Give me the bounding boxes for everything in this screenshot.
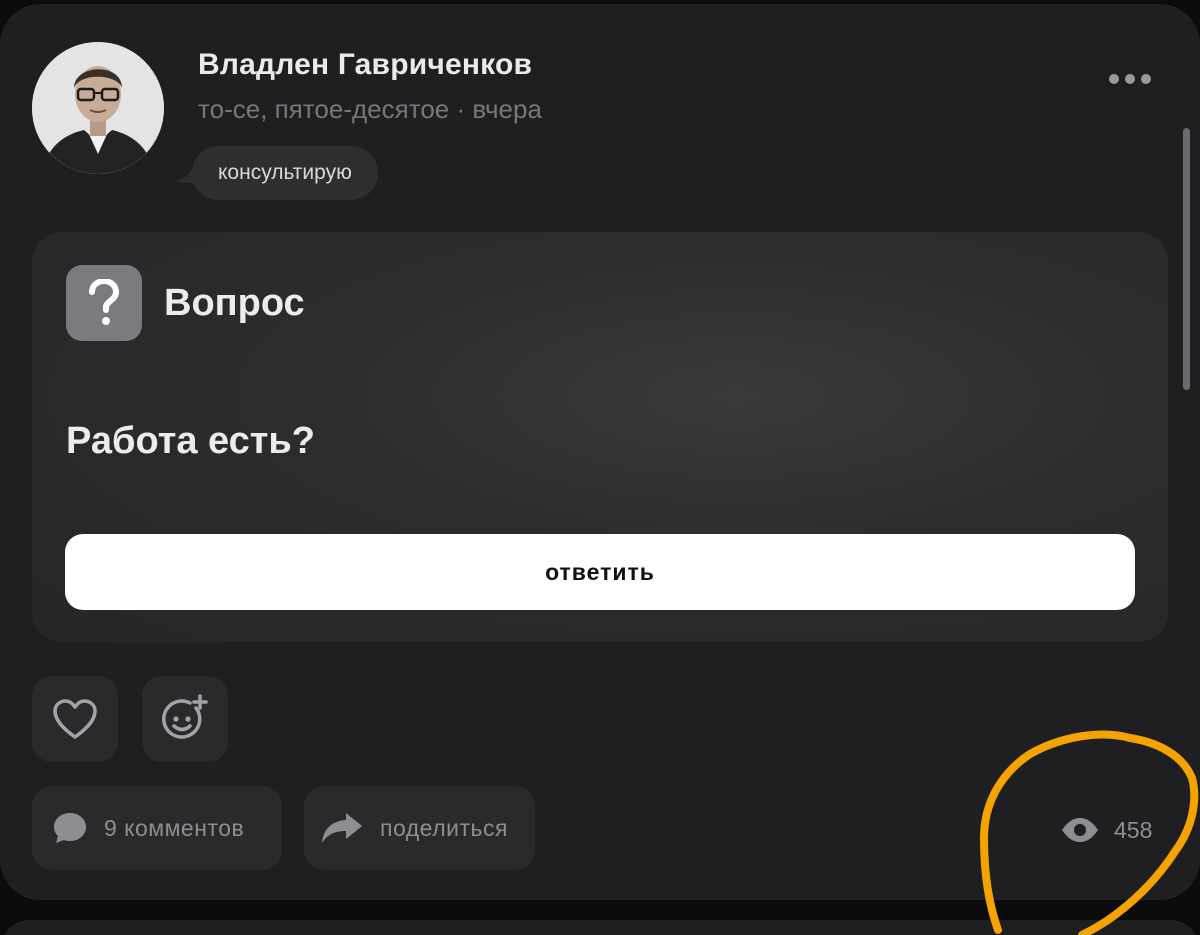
emoji-add-icon — [162, 694, 208, 739]
comments-label: 9 комментов — [104, 814, 245, 841]
author-meta: то-се, пятое-десятое · вчера — [198, 94, 542, 124]
share-label: поделиться — [380, 814, 508, 841]
question-text: Работа есть? — [66, 420, 315, 462]
avatar[interactable] — [32, 42, 164, 174]
post-card: Владлен Гавриченков то-се, пятое-десятое… — [0, 4, 1200, 900]
views-counter: 458 — [1060, 810, 1152, 850]
question-label: Вопрос — [164, 282, 305, 324]
eye-icon — [1062, 818, 1098, 842]
views-count: 458 — [1114, 816, 1153, 843]
share-button[interactable]: поделиться — [304, 786, 535, 870]
scrollbar[interactable] — [1183, 128, 1190, 390]
question-mark-icon — [66, 265, 142, 341]
status-badge: консультирую — [192, 146, 378, 200]
heart-icon — [53, 699, 97, 739]
next-post-card — [0, 920, 1200, 935]
comment-icon — [54, 813, 86, 843]
comments-button[interactable]: 9 комментов — [32, 786, 282, 870]
like-button[interactable] — [32, 676, 118, 762]
answer-button[interactable]: ответить — [65, 534, 1135, 610]
more-icon — [1109, 74, 1119, 84]
share-icon — [322, 813, 362, 843]
more-options-button[interactable] — [1100, 64, 1160, 94]
add-reaction-button[interactable] — [142, 676, 228, 762]
author-name[interactable]: Владлен Гавриченков — [198, 48, 532, 82]
question-block: Вопрос Работа есть? ответить — [32, 232, 1168, 642]
